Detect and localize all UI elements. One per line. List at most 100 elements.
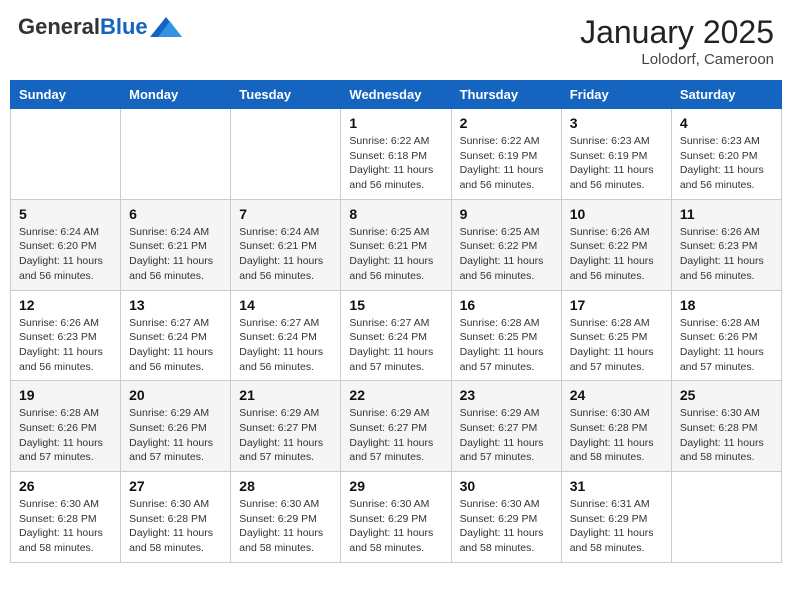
- day-number: 25: [680, 387, 773, 403]
- day-info: Sunrise: 6:29 AM Sunset: 6:26 PM Dayligh…: [129, 406, 222, 465]
- day-info: Sunrise: 6:25 AM Sunset: 6:22 PM Dayligh…: [460, 225, 553, 284]
- weekday-header-row: SundayMondayTuesdayWednesdayThursdayFrid…: [11, 81, 782, 109]
- day-cell: [671, 472, 781, 563]
- day-number: 8: [349, 206, 442, 222]
- day-cell: 9 Sunrise: 6:25 AM Sunset: 6:22 PM Daylig…: [451, 199, 561, 290]
- day-number: 15: [349, 297, 442, 313]
- day-info: Sunrise: 6:24 AM Sunset: 6:21 PM Dayligh…: [129, 225, 222, 284]
- day-info: Sunrise: 6:29 AM Sunset: 6:27 PM Dayligh…: [239, 406, 332, 465]
- day-cell: 6 Sunrise: 6:24 AM Sunset: 6:21 PM Daylig…: [121, 199, 231, 290]
- day-cell: 30 Sunrise: 6:30 AM Sunset: 6:29 PM Dayli…: [451, 472, 561, 563]
- day-info: Sunrise: 6:27 AM Sunset: 6:24 PM Dayligh…: [349, 316, 442, 375]
- day-cell: 18Sunrise: 6:28 AM Sunset: 6:26 PM Dayli…: [671, 290, 781, 381]
- day-info: Sunrise: 6:29 AM Sunset: 6:27 PM Dayligh…: [349, 406, 442, 465]
- day-number: 13: [129, 297, 222, 313]
- weekday-header-saturday: Saturday: [671, 81, 781, 109]
- day-cell: 24 Sunrise: 6:30 AM Sunset: 6:28 PM Dayli…: [561, 381, 671, 472]
- day-cell: 16 Sunrise: 6:28 AM Sunset: 6:25 PM Dayli…: [451, 290, 561, 381]
- day-info: Sunrise: 6:28 AM Sunset: 6:25 PM Dayligh…: [570, 316, 663, 375]
- day-number: 7: [239, 206, 332, 222]
- day-cell: 22 Sunrise: 6:29 AM Sunset: 6:27 PM Dayli…: [341, 381, 451, 472]
- day-cell: 8Sunrise: 6:25 AM Sunset: 6:21 PM Daylig…: [341, 199, 451, 290]
- day-number: 9: [460, 206, 553, 222]
- week-row-2: 5Sunrise: 6:24 AM Sunset: 6:20 PM Daylig…: [11, 199, 782, 290]
- day-cell: 19 Sunrise: 6:28 AM Sunset: 6:26 PM Dayli…: [11, 381, 121, 472]
- day-info: Sunrise: 6:31 AM Sunset: 6:29 PM Dayligh…: [570, 497, 663, 556]
- day-cell: [231, 109, 341, 200]
- logo: General Blue: [18, 14, 182, 40]
- page-header: General Blue January 2025 Lolodorf, Came…: [10, 10, 782, 72]
- day-info: Sunrise: 6:30 AM Sunset: 6:29 PM Dayligh…: [239, 497, 332, 556]
- day-cell: 4 Sunrise: 6:23 AM Sunset: 6:20 PM Daylig…: [671, 109, 781, 200]
- day-info: Sunrise: 6:26 AM Sunset: 6:23 PM Dayligh…: [19, 316, 112, 375]
- day-cell: 13 Sunrise: 6:27 AM Sunset: 6:24 PM Dayli…: [121, 290, 231, 381]
- day-number: 2: [460, 115, 553, 131]
- day-number: 31: [570, 478, 663, 494]
- day-number: 18: [680, 297, 773, 313]
- day-info: Sunrise: 6:23 AM Sunset: 6:19 PM Dayligh…: [570, 134, 663, 193]
- weekday-header-friday: Friday: [561, 81, 671, 109]
- day-cell: 10 Sunrise: 6:26 AM Sunset: 6:22 PM Dayli…: [561, 199, 671, 290]
- day-cell: 2 Sunrise: 6:22 AM Sunset: 6:19 PM Daylig…: [451, 109, 561, 200]
- week-row-4: 19 Sunrise: 6:28 AM Sunset: 6:26 PM Dayli…: [11, 381, 782, 472]
- day-number: 28: [239, 478, 332, 494]
- day-cell: 7 Sunrise: 6:24 AM Sunset: 6:21 PM Daylig…: [231, 199, 341, 290]
- day-number: 11: [680, 206, 773, 222]
- day-cell: 27Sunrise: 6:30 AM Sunset: 6:28 PM Dayli…: [121, 472, 231, 563]
- day-info: Sunrise: 6:28 AM Sunset: 6:26 PM Dayligh…: [19, 406, 112, 465]
- day-cell: 12 Sunrise: 6:26 AM Sunset: 6:23 PM Dayli…: [11, 290, 121, 381]
- day-number: 12: [19, 297, 112, 313]
- day-cell: [11, 109, 121, 200]
- day-info: Sunrise: 6:30 AM Sunset: 6:29 PM Dayligh…: [460, 497, 553, 556]
- day-number: 5: [19, 206, 112, 222]
- day-cell: 17 Sunrise: 6:28 AM Sunset: 6:25 PM Dayli…: [561, 290, 671, 381]
- day-number: 4: [680, 115, 773, 131]
- weekday-header-tuesday: Tuesday: [231, 81, 341, 109]
- day-number: 3: [570, 115, 663, 131]
- day-info: Sunrise: 6:28 AM Sunset: 6:25 PM Dayligh…: [460, 316, 553, 375]
- weekday-header-thursday: Thursday: [451, 81, 561, 109]
- day-number: 21: [239, 387, 332, 403]
- location: Lolodorf, Cameroon: [580, 51, 774, 68]
- day-cell: [121, 109, 231, 200]
- day-info: Sunrise: 6:30 AM Sunset: 6:28 PM Dayligh…: [129, 497, 222, 556]
- day-info: Sunrise: 6:30 AM Sunset: 6:28 PM Dayligh…: [680, 406, 773, 465]
- day-number: 17: [570, 297, 663, 313]
- logo-blue: Blue: [100, 14, 148, 40]
- day-number: 10: [570, 206, 663, 222]
- day-cell: 25 Sunrise: 6:30 AM Sunset: 6:28 PM Dayli…: [671, 381, 781, 472]
- day-number: 16: [460, 297, 553, 313]
- weekday-header-wednesday: Wednesday: [341, 81, 451, 109]
- day-info: Sunrise: 6:29 AM Sunset: 6:27 PM Dayligh…: [460, 406, 553, 465]
- day-info: Sunrise: 6:30 AM Sunset: 6:28 PM Dayligh…: [19, 497, 112, 556]
- day-cell: 29Sunrise: 6:30 AM Sunset: 6:29 PM Dayli…: [341, 472, 451, 563]
- day-number: 6: [129, 206, 222, 222]
- day-number: 20: [129, 387, 222, 403]
- day-number: 30: [460, 478, 553, 494]
- day-cell: 28 Sunrise: 6:30 AM Sunset: 6:29 PM Dayli…: [231, 472, 341, 563]
- day-number: 19: [19, 387, 112, 403]
- day-number: 26: [19, 478, 112, 494]
- day-info: Sunrise: 6:26 AM Sunset: 6:23 PM Dayligh…: [680, 225, 773, 284]
- day-info: Sunrise: 6:27 AM Sunset: 6:24 PM Dayligh…: [129, 316, 222, 375]
- week-row-1: 1 Sunrise: 6:22 AM Sunset: 6:18 PM Daylig…: [11, 109, 782, 200]
- day-info: Sunrise: 6:22 AM Sunset: 6:18 PM Dayligh…: [349, 134, 442, 193]
- day-number: 14: [239, 297, 332, 313]
- day-info: Sunrise: 6:26 AM Sunset: 6:22 PM Dayligh…: [570, 225, 663, 284]
- day-info: Sunrise: 6:23 AM Sunset: 6:20 PM Dayligh…: [680, 134, 773, 193]
- day-info: Sunrise: 6:22 AM Sunset: 6:19 PM Dayligh…: [460, 134, 553, 193]
- day-cell: 5Sunrise: 6:24 AM Sunset: 6:20 PM Daylig…: [11, 199, 121, 290]
- day-number: 24: [570, 387, 663, 403]
- day-cell: 21 Sunrise: 6:29 AM Sunset: 6:27 PM Dayli…: [231, 381, 341, 472]
- day-cell: 1 Sunrise: 6:22 AM Sunset: 6:18 PM Daylig…: [341, 109, 451, 200]
- weekday-header-monday: Monday: [121, 81, 231, 109]
- day-info: Sunrise: 6:30 AM Sunset: 6:29 PM Dayligh…: [349, 497, 442, 556]
- day-number: 22: [349, 387, 442, 403]
- title-section: January 2025 Lolodorf, Cameroon: [580, 14, 774, 68]
- day-info: Sunrise: 6:24 AM Sunset: 6:21 PM Dayligh…: [239, 225, 332, 284]
- day-info: Sunrise: 6:30 AM Sunset: 6:28 PM Dayligh…: [570, 406, 663, 465]
- day-number: 1: [349, 115, 442, 131]
- week-row-5: 26 Sunrise: 6:30 AM Sunset: 6:28 PM Dayli…: [11, 472, 782, 563]
- day-cell: 31 Sunrise: 6:31 AM Sunset: 6:29 PM Dayli…: [561, 472, 671, 563]
- day-cell: 3 Sunrise: 6:23 AM Sunset: 6:19 PM Daylig…: [561, 109, 671, 200]
